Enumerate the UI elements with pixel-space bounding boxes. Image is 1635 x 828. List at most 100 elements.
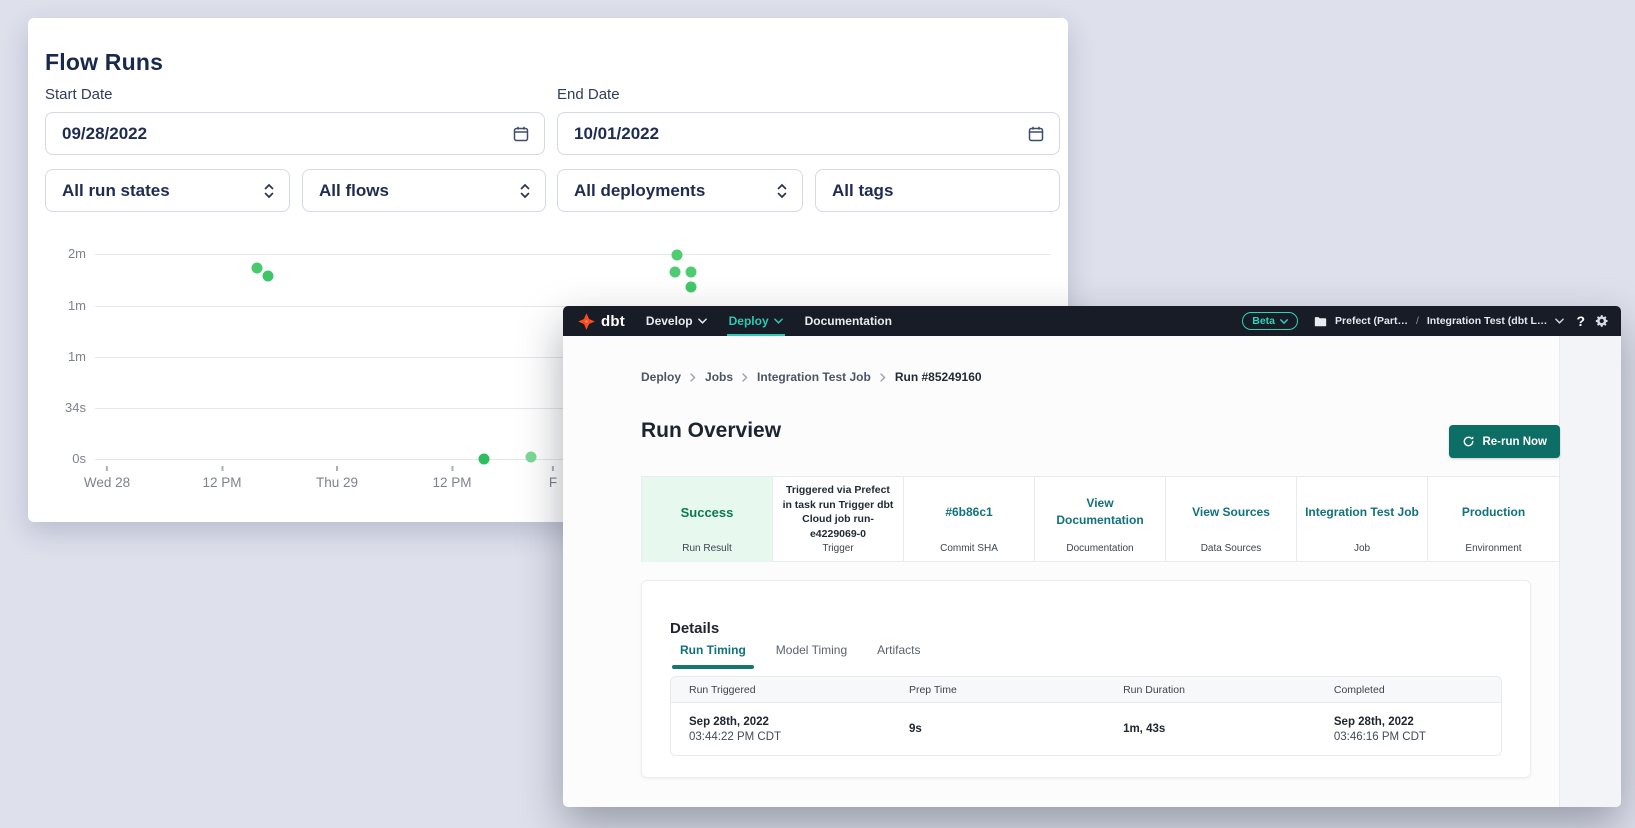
tick-mark — [106, 466, 108, 471]
details-tabs: Run Timing Model Timing Artifacts — [680, 643, 921, 669]
flow-run-point[interactable] — [479, 454, 490, 465]
flow-run-point[interactable] — [526, 452, 537, 463]
content-right-gutter — [1559, 336, 1621, 807]
summary-card-value[interactable]: Success — [681, 505, 734, 520]
end-date-value: 10/01/2022 — [574, 124, 1027, 144]
select-chevrons-icon — [263, 183, 275, 199]
chevron-down-icon — [774, 318, 783, 324]
details-tab[interactable]: Model Timing — [776, 643, 847, 669]
summary-card-label: Run Result — [642, 543, 772, 554]
tick-mark — [552, 466, 554, 471]
x-axis-tick-label: Wed 28 — [84, 475, 130, 490]
chevron-down-icon[interactable] — [1555, 318, 1564, 324]
x-axis-tick-label: 12 PM — [432, 475, 471, 490]
chevron-down-icon — [1280, 319, 1288, 324]
run-states-select[interactable]: All run states — [45, 169, 290, 212]
x-axis-tick: 12 PM — [202, 458, 241, 490]
breadcrumb-item[interactable]: Jobs — [690, 370, 733, 384]
cell-run-duration: 1m, 43s — [1105, 723, 1316, 735]
run-timing-table: Run Triggered Prep Time Run Duration Com… — [670, 676, 1502, 756]
nav-menu-item-label: Deploy — [729, 314, 769, 328]
beta-dropdown[interactable]: Beta — [1242, 312, 1298, 330]
col-header-completed: Completed — [1316, 677, 1501, 702]
path-separator: / — [1416, 315, 1419, 327]
account-selector[interactable]: Prefect (Part… — [1335, 315, 1408, 327]
details-tab[interactable]: Artifacts — [877, 643, 920, 669]
start-date-value: 09/28/2022 — [62, 124, 512, 144]
deployments-value: All deployments — [574, 181, 776, 201]
rerun-now-label: Re-run Now — [1482, 436, 1547, 448]
cell-run-triggered: Sep 28th, 2022 03:44:22 PM CDT — [671, 716, 891, 743]
dbt-logo[interactable]: dbt — [563, 312, 635, 331]
summary-card: Triggered via Prefect in task run Trigge… — [773, 477, 904, 562]
flows-select[interactable]: All flows — [302, 169, 546, 212]
navbar-right-cluster: Beta Prefect (Part… / Integration Test (… — [1242, 306, 1609, 336]
select-chevrons-icon — [776, 183, 788, 199]
refresh-icon — [1462, 435, 1475, 448]
help-button[interactable]: ? — [1576, 313, 1585, 329]
breadcrumb-item[interactable]: Deploy — [641, 370, 681, 384]
tick-mark — [336, 466, 338, 471]
tick-mark — [451, 466, 453, 471]
tags-combobox[interactable]: All tags — [815, 169, 1060, 212]
y-axis-tick-label: 1m — [28, 349, 86, 364]
project-selector[interactable]: Integration Test (dbt L… — [1427, 315, 1548, 327]
deployments-select[interactable]: All deployments — [557, 169, 803, 212]
folder-icon — [1314, 316, 1327, 327]
flow-run-point[interactable] — [670, 267, 681, 278]
summary-card: Success Run Result — [642, 477, 773, 562]
end-date-input[interactable]: 10/01/2022 — [557, 112, 1060, 155]
nav-menu-item[interactable]: Documentation — [794, 306, 903, 336]
summary-card-label: Trigger — [773, 543, 903, 554]
flows-value: All flows — [319, 181, 519, 201]
x-axis-tick-label: 12 PM — [202, 475, 241, 490]
start-date-label: Start Date — [45, 86, 113, 103]
breadcrumb-item-label: Jobs — [705, 370, 733, 384]
flow-run-point[interactable] — [263, 271, 274, 282]
summary-card-value[interactable]: Triggered via Prefect in task run Trigge… — [781, 483, 895, 542]
flow-run-point[interactable] — [686, 267, 697, 278]
summary-card-value[interactable]: View Documentation — [1043, 495, 1157, 530]
summary-card: Integration Test Job Job — [1297, 477, 1428, 562]
details-card: Details Run TimingModel TimingArtifacts … — [641, 580, 1531, 778]
breadcrumb-item[interactable]: Integration Test Job — [742, 370, 871, 384]
summary-card-label: Environment — [1428, 543, 1559, 554]
dbt-logo-icon — [577, 312, 596, 331]
summary-card: View Sources Data Sources — [1166, 477, 1297, 562]
y-axis-tick-label: 34s — [28, 400, 86, 415]
table-row: Sep 28th, 2022 03:44:22 PM CDT 9s 1m, 43… — [671, 703, 1501, 755]
x-axis-tick-label: F — [549, 475, 557, 490]
start-date-input[interactable]: 09/28/2022 — [45, 112, 545, 155]
breadcrumb-item-label: Run #85249160 — [895, 370, 982, 384]
run-summary-cards: Success Run Result Triggered via Prefect… — [641, 476, 1560, 562]
summary-card-value[interactable]: View Sources — [1192, 504, 1270, 521]
summary-card-value[interactable]: Production — [1462, 504, 1525, 521]
x-axis-tick: F — [549, 458, 557, 490]
y-axis-tick-label: 2m — [28, 246, 86, 261]
details-tab[interactable]: Run Timing — [680, 643, 746, 669]
flow-run-point[interactable] — [686, 282, 697, 293]
nav-menu-item[interactable]: Deploy — [718, 306, 794, 336]
flow-run-point[interactable] — [672, 250, 683, 261]
summary-card: Production Environment — [1428, 477, 1559, 562]
nav-menu-item-label: Documentation — [805, 314, 892, 328]
nav-menu-item[interactable]: Develop — [635, 306, 718, 336]
run-overview-title: Run Overview — [641, 419, 781, 443]
summary-card-label: Commit SHA — [904, 543, 1034, 554]
breadcrumb-item[interactable]: Run #85249160 — [880, 370, 982, 384]
summary-card: View Documentation Documentation — [1035, 477, 1166, 562]
details-title: Details — [670, 620, 719, 637]
rerun-now-button[interactable]: Re-run Now — [1449, 425, 1560, 458]
tick-mark — [221, 466, 223, 471]
cell-prep-time: 9s — [891, 723, 1105, 735]
col-header-run-duration: Run Duration — [1105, 677, 1316, 702]
breadcrumb-item-label: Integration Test Job — [757, 370, 871, 384]
summary-card: #6b86c1 Commit SHA — [904, 477, 1035, 562]
summary-card-value[interactable]: #6b86c1 — [945, 504, 992, 521]
dbt-top-navbar: dbt Develop Deploy Documentation Beta P — [563, 306, 1621, 336]
gear-icon[interactable] — [1595, 314, 1609, 328]
summary-card-value[interactable]: Integration Test Job — [1305, 504, 1419, 521]
beta-label: Beta — [1252, 315, 1275, 327]
run-states-value: All run states — [62, 181, 263, 201]
flow-run-point[interactable] — [252, 263, 263, 274]
